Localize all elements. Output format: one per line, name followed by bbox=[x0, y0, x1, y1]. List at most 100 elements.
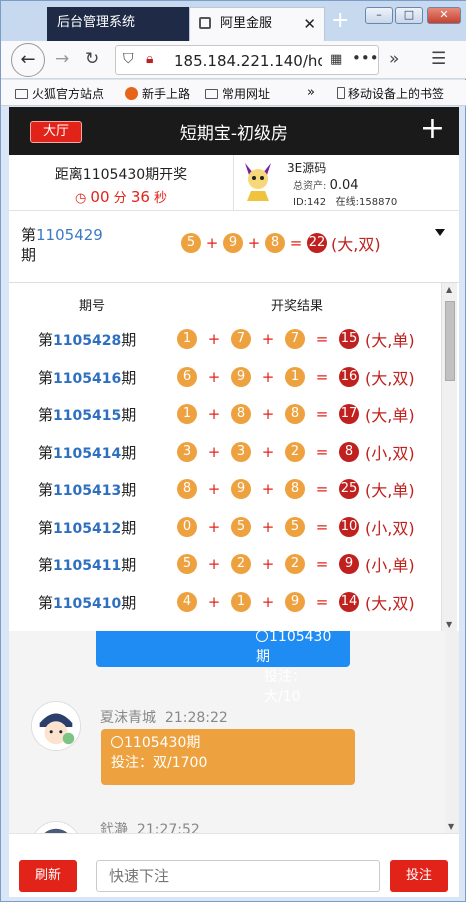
result-label: (大,单) bbox=[365, 481, 415, 500]
history-table: 期号 开奖结果 第1105428期 1 +7 +7 = 15 (大,单) 第1105416期 6… bbox=[19, 283, 457, 631]
url-text: 185.184.221.140/home bbox=[174, 52, 322, 70]
plus-icon[interactable]: + bbox=[420, 111, 445, 147]
chat-scrollbar[interactable]: ▼ bbox=[445, 631, 459, 833]
user-id-online: ID:142 在线:158870 bbox=[293, 197, 398, 208]
back-button[interactable]: ← bbox=[11, 43, 45, 77]
row-result: 5 +2 +2 = 9 (小,单) bbox=[177, 552, 415, 576]
history-row: 第1105428期 1 +7 +7 = 15 (大,单) bbox=[19, 319, 439, 356]
row-result: 6 +9 +1 = 16 (大,双) bbox=[177, 365, 415, 389]
scroll-down-icon[interactable]: ▼ bbox=[446, 620, 452, 629]
last-result[interactable]: 第1105429 期 5 +9 +8 = 22 (大,双) bbox=[9, 211, 459, 283]
scroll-thumb[interactable] bbox=[445, 301, 455, 381]
bookmark-firefox[interactable]: 火狐官方站点 bbox=[15, 85, 104, 102]
result-ball: 3 bbox=[231, 441, 251, 462]
bookmarks-bar: 火狐官方站点 新手上路 常用网址 » 移动设备上的书签 bbox=[1, 80, 466, 106]
row-result: 1 +7 +7 = 15 (大,单) bbox=[177, 327, 415, 351]
bookmark-mobile[interactable]: 移动设备上的书签 bbox=[337, 85, 444, 102]
result-ball: 5 bbox=[181, 233, 201, 253]
scroll-down-icon[interactable]: ▼ bbox=[448, 822, 454, 831]
nav-bar: ← → ↻ ⛉ 🔒︎ 185.184.221.140/home ▦ ••• » … bbox=[1, 41, 466, 79]
bookmark-common-sites[interactable]: 常用网址 bbox=[205, 85, 270, 102]
history-row: 第1105411期 5 +2 +2 = 9 (小,单) bbox=[19, 544, 439, 581]
result-ball: 2 bbox=[285, 554, 305, 574]
tab-admin-title: 后台管理系统 bbox=[57, 15, 136, 30]
result-sum: 15 bbox=[339, 329, 359, 349]
url-bar[interactable]: ⛉ 🔒︎ 185.184.221.140/home ▦ ••• bbox=[115, 45, 379, 75]
result-ball: 8 bbox=[285, 479, 305, 499]
overflow-icon[interactable]: » bbox=[389, 49, 399, 69]
quick-bet-input[interactable] bbox=[96, 860, 380, 892]
chat-user: 釴瀞 21:27:52 bbox=[100, 822, 200, 833]
result-ball: 2 bbox=[231, 554, 251, 574]
result-ball: 1 bbox=[285, 366, 305, 387]
last-result-balls: 5 +9 +8 = 22 (大,双) bbox=[181, 231, 381, 254]
result-ball: 9 bbox=[231, 479, 251, 499]
minimize-button[interactable]: – bbox=[365, 7, 393, 24]
bookmark-getting-started[interactable]: 新手上路 bbox=[125, 85, 190, 102]
chat-avatar[interactable] bbox=[31, 701, 81, 751]
folder-icon bbox=[205, 89, 218, 99]
history-row: 第1105416期 6 +9 +1 = 16 (大,双) bbox=[19, 357, 439, 394]
close-tab-icon[interactable]: ✕ bbox=[303, 8, 316, 40]
close-window-button[interactable]: ✕ bbox=[427, 7, 461, 24]
bet-button[interactable]: 投注 bbox=[390, 860, 448, 892]
countdown-label: 距离1105430期开奖 bbox=[54, 167, 188, 183]
result-label: (大,单) bbox=[365, 331, 415, 350]
result-label: (大,双) bbox=[365, 368, 415, 388]
clock-icon bbox=[256, 631, 268, 642]
result-ball: 8 bbox=[231, 404, 251, 424]
result-sum: 10 bbox=[339, 516, 359, 537]
row-period: 第1105412期 bbox=[38, 518, 137, 537]
history-row: 第1105410期 4 +1 +9 = 14 (大,双) bbox=[19, 582, 439, 619]
result-ball: 8 bbox=[265, 233, 285, 253]
result-label: (大,单) bbox=[365, 406, 415, 425]
qr-code-icon[interactable]: ▦ bbox=[330, 52, 342, 67]
bookmarks-overflow-icon[interactable]: » bbox=[307, 85, 315, 100]
maximize-button[interactable]: □ bbox=[395, 7, 423, 24]
result-sum: 16 bbox=[339, 366, 359, 387]
insecure-lock-icon: 🔒︎ bbox=[146, 51, 154, 67]
reload-icon[interactable]: ↻ bbox=[85, 49, 99, 69]
tab-active[interactable]: 阿里金服 ✕ bbox=[189, 7, 325, 41]
history-row: 第1105414期 3 +3 +2 = 8 (小,双) bbox=[19, 432, 439, 469]
last-period: 第1105429 期 bbox=[21, 226, 103, 264]
refresh-button[interactable]: 刷新 bbox=[19, 860, 77, 892]
tab-admin[interactable]: 后台管理系统 bbox=[47, 7, 189, 41]
expand-triangle-icon[interactable] bbox=[435, 229, 445, 236]
chat-bubble-bet: 1105430期 投注：双/1700 bbox=[101, 729, 355, 785]
more-icon[interactable]: ••• bbox=[352, 49, 379, 67]
result-ball: 4 bbox=[177, 591, 197, 612]
row-period: 第1105415期 bbox=[38, 406, 137, 424]
menu-icon[interactable]: ☰ bbox=[431, 49, 446, 69]
divider bbox=[233, 155, 234, 211]
firefox-icon bbox=[125, 87, 138, 100]
assets-label: 总资产: bbox=[293, 181, 327, 192]
result-sum: 25 bbox=[339, 479, 359, 499]
total-assets: 总资产: 0.04 bbox=[293, 177, 359, 193]
user-avatar[interactable] bbox=[241, 161, 275, 201]
result-label: (小,双) bbox=[365, 443, 415, 463]
forward-icon[interactable]: → bbox=[55, 49, 69, 69]
history-row: 第1105413期 8 +9 +8 = 25 (大,单) bbox=[19, 469, 439, 506]
info-bar: 距离1105430期开奖 ◷ 00 分 36 秒 3E源码 总资产: 0.04 … bbox=[9, 155, 459, 211]
chat-avatar[interactable] bbox=[31, 821, 81, 833]
result-label: (小,双) bbox=[365, 518, 415, 538]
bottom-bar: 刷新 投注 bbox=[9, 833, 459, 897]
result-label: (大,双) bbox=[331, 235, 381, 254]
web-page: 大厅 短期宝-初级房 + 距离1105430期开奖 ◷ 00 分 36 秒 3E… bbox=[9, 107, 459, 897]
chat-user: 夏沫青城 21:28:22 bbox=[100, 710, 228, 726]
row-period: 第1105410期 bbox=[38, 593, 137, 612]
new-tab-button[interactable]: + bbox=[331, 7, 349, 35]
result-sum: 8 bbox=[339, 441, 359, 462]
result-ball: 5 bbox=[285, 516, 305, 537]
result-ball: 6 bbox=[177, 366, 197, 387]
history-scrollbar[interactable]: ▲ ▼ bbox=[441, 283, 457, 631]
result-ball: 8 bbox=[285, 404, 305, 424]
row-result: 1 +8 +8 = 17 (大,单) bbox=[177, 402, 415, 426]
scroll-up-icon[interactable]: ▲ bbox=[446, 285, 452, 294]
result-ball: 1 bbox=[177, 329, 197, 349]
clock-icon: ◷ bbox=[74, 191, 87, 206]
history-row: 第1105412期 0 +5 +5 = 10 (小,双) bbox=[19, 507, 439, 544]
result-sum: 17 bbox=[339, 404, 359, 424]
room-header: 大厅 短期宝-初级房 + bbox=[9, 107, 459, 155]
